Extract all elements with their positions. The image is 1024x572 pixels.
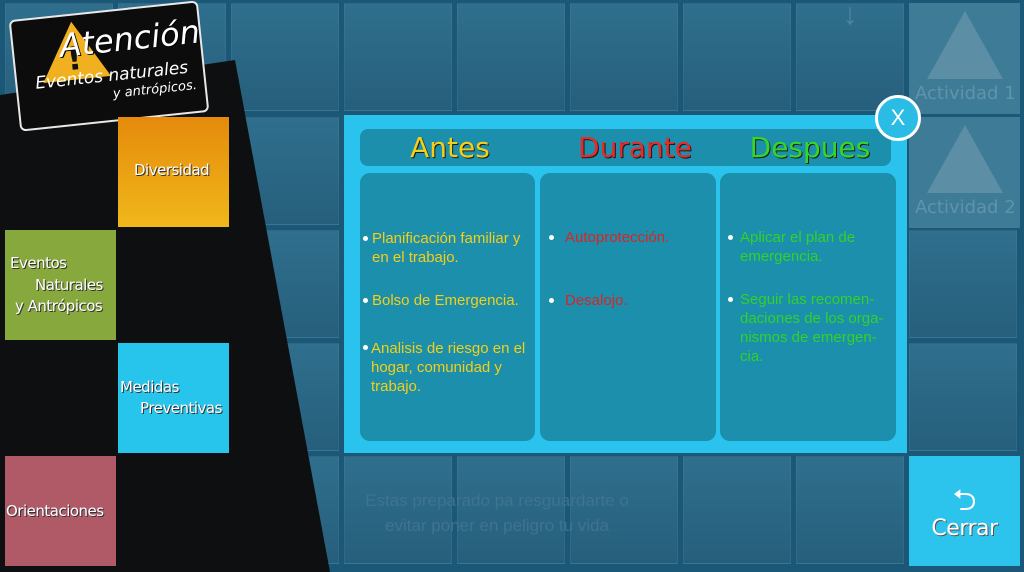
bullet-icon <box>363 236 368 241</box>
menu-medidas-preventivas[interactable]: Medidas Preventivas <box>118 343 229 453</box>
bg-tile <box>231 3 339 111</box>
column-despues: Aplicar el plan de emergencia. Seguir la… <box>720 173 896 441</box>
bullet-icon <box>549 298 554 303</box>
header-antes: Antes <box>410 131 490 164</box>
list-item: Aplicar el plan de emergencia. <box>740 229 856 265</box>
list-item: Bolso de Emergencia. <box>372 292 519 309</box>
header-durante: Durante <box>578 131 692 164</box>
column-durante: Autoprotección. Desalojo. <box>540 173 716 441</box>
arrow-down-icon: ↓ <box>842 0 858 31</box>
warning-triangle-icon <box>927 125 1003 193</box>
bg-tile <box>683 456 791 564</box>
menu-eventos-naturales[interactable]: Eventos Naturales y Antrópicos <box>5 230 116 340</box>
menu-medidas-label: Preventivas <box>140 399 222 417</box>
activity-1-label: Actividad 1 <box>915 83 1016 104</box>
background-prompt-line2: evitar poner en peligro tu vida <box>385 516 609 535</box>
activity-2-tile[interactable]: Actividad 2 <box>909 117 1020 228</box>
menu-diversidad[interactable]: Diversidad <box>118 117 229 227</box>
menu-orientaciones[interactable]: Orientaciones <box>5 456 116 566</box>
dialog-header: Antes Durante Despues <box>360 129 891 166</box>
info-dialog: Antes Durante Despues Planificación fami… <box>344 115 907 453</box>
header-despues: Despues <box>749 131 871 164</box>
bg-tile <box>344 3 452 111</box>
close-icon: X <box>890 105 906 130</box>
bullet-icon <box>549 235 554 240</box>
menu-diversidad-label: Diversidad <box>134 161 210 179</box>
background-prompt: Estas preparado pa resguardarte o evitar… <box>322 488 672 538</box>
column-antes: Planificación familiar y en el trabajo. … <box>360 173 535 441</box>
list-item: Seguir las recomen- daciones de los orga… <box>740 291 884 365</box>
menu-medidas-label: Medidas <box>120 378 179 396</box>
menu-orientaciones-label: Orientaciones <box>6 502 104 520</box>
cerrar-label: Cerrar <box>931 516 998 541</box>
bullet-icon <box>363 345 368 350</box>
menu-eventos-label: Naturales <box>35 276 103 294</box>
list-item: Autoprotección. <box>565 229 670 246</box>
activity-2-label: Actividad 2 <box>915 197 1016 218</box>
cerrar-button[interactable]: ⮌ Cerrar <box>909 456 1020 566</box>
bg-tile <box>796 456 904 564</box>
bg-tile <box>457 3 565 111</box>
list-item: Analisis de riesgo en el hogar, comunida… <box>371 340 526 395</box>
menu-eventos-label: Eventos <box>10 254 67 272</box>
background-prompt-line1: Estas preparado pa resguardarte o <box>365 491 629 510</box>
bg-tile <box>909 230 1017 338</box>
close-button[interactable]: X <box>875 95 921 141</box>
list-item: Planificación familiar y en el trabajo. <box>372 230 521 266</box>
activity-1-tile[interactable]: Actividad 1 <box>909 3 1020 114</box>
bullet-icon <box>728 297 733 302</box>
bg-tile <box>909 343 1017 451</box>
bullet-icon <box>363 298 368 303</box>
bg-tile <box>570 3 678 111</box>
warning-triangle-icon <box>927 11 1003 79</box>
bullet-icon <box>728 235 733 240</box>
bg-tile <box>683 3 791 111</box>
menu-eventos-label: y Antrópicos <box>15 297 103 315</box>
list-item: Desalojo. <box>565 292 628 309</box>
atencion-logo: ! Atención Eventos naturales y antrópico… <box>8 0 210 132</box>
